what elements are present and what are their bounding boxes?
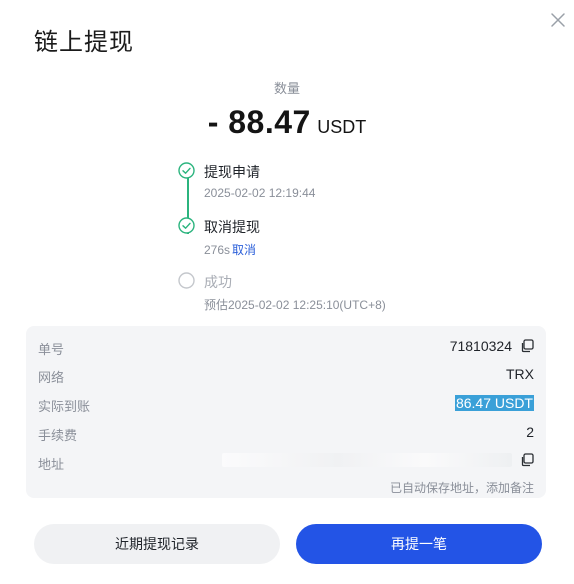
order-value-group: 71810324: [450, 338, 534, 354]
network-label: 网络: [38, 370, 65, 385]
order-label: 单号: [38, 342, 65, 357]
order-value: 71810324: [449, 338, 512, 354]
copy-icon[interactable]: [520, 453, 534, 467]
step-name: 成功: [204, 274, 232, 290]
countdown-value: 276s: [204, 243, 231, 257]
address-label: 地址: [38, 457, 65, 472]
fee-label: 手续费: [38, 428, 78, 443]
detail-row-address: 地址: [38, 452, 534, 474]
detail-row-order: 单号 71810324: [38, 337, 534, 359]
check-circle-icon: [178, 162, 195, 179]
detail-row-received: 实际到账 86.47 USDT: [38, 394, 534, 416]
address-saved-note[interactable]: 已自动保存地址，添加备注: [390, 479, 534, 496]
cancel-link[interactable]: 取消: [232, 243, 256, 257]
check-circle-icon: [178, 217, 195, 234]
empty-circle-icon: [178, 272, 195, 289]
amount-display: - 88.47 USDT: [0, 104, 574, 141]
amount-label: 数量: [273, 81, 300, 96]
dialog-title: 链上提现: [34, 29, 134, 56]
step-estimate: 预估2025-02-02 12:25:10(UTC+8): [204, 298, 386, 312]
step-name: 提现申请: [204, 164, 260, 180]
network-value: TRX: [506, 366, 534, 382]
copy-icon[interactable]: [520, 339, 534, 353]
received-label: 实际到账: [38, 399, 91, 414]
address-value-group: [222, 453, 534, 467]
step-time: 2025-02-02 12:19:44: [204, 186, 316, 200]
received-value: 86.47 USDT: [454, 395, 534, 411]
withdraw-details-panel: 单号 71810324 网络 TRX 实际到账 86.47 USDT 手续费 2…: [26, 326, 546, 498]
recent-withdrawals-button[interactable]: 近期提现记录: [34, 524, 280, 564]
detail-row-network: 网络 TRX: [38, 365, 534, 387]
close-icon[interactable]: [548, 10, 568, 30]
amount-value: - 88.47: [207, 104, 311, 140]
address-value-redacted: [222, 453, 512, 467]
amount-unit: USDT: [317, 117, 367, 137]
withdraw-detail-dialog: 链上提现 数量 - 88.47 USDT 提现申请 2025-02-02 12:…: [0, 0, 574, 584]
fee-value: 2: [526, 424, 534, 440]
withdraw-again-button[interactable]: 再提一笔: [296, 524, 542, 564]
status-timeline: 提现申请 2025-02-02 12:19:44 取消提现 276s 取消 成功 …: [178, 160, 478, 320]
step-countdown: 276s 取消: [204, 241, 256, 258]
step-name: 取消提现: [204, 219, 260, 235]
detail-row-fee: 手续费 2: [38, 423, 534, 445]
received-value-group: 86.47 USDT: [454, 395, 534, 411]
